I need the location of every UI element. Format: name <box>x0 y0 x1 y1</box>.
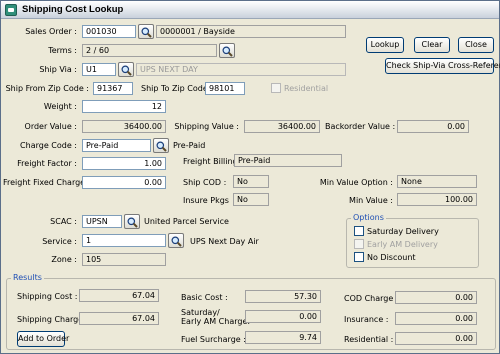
ship-via-label: Ship Via : <box>39 65 77 74</box>
early-am-delivery-checkbox[interactable] <box>354 239 364 249</box>
charge-code-lookup-button[interactable] <box>153 138 169 153</box>
min-value-display: 100.00 <box>397 193 477 206</box>
charge-code-input[interactable]: Pre-Paid <box>82 139 151 152</box>
check-ship-via-cross-reference-button[interactable]: Check Ship-Via Cross-Reference <box>385 58 500 74</box>
charge-code-label: Charge Code : <box>20 141 77 150</box>
sales-order-label: Sales Order : <box>25 27 77 36</box>
clear-button[interactable]: Clear <box>414 37 450 53</box>
sales-order-input[interactable]: 001030 <box>82 25 136 38</box>
order-value-display: 36400.00 <box>82 120 166 133</box>
ship-from-zip-label: Ship From Zip Code : <box>5 84 89 93</box>
freight-factor-input[interactable]: 1.00 <box>82 157 166 170</box>
basic-cost-display: 57.30 <box>245 290 321 303</box>
ship-via-lookup-button[interactable] <box>118 62 134 77</box>
shipping-value-label: Shipping Value : <box>174 122 239 131</box>
min-value-option-label: Min Value Option : <box>319 178 393 187</box>
terms-lookup-button[interactable] <box>219 43 235 58</box>
freight-billing-display: Pre-Paid <box>234 154 342 167</box>
cod-charge-display: 0.00 <box>395 291 477 304</box>
no-discount-label: No Discount <box>367 253 416 262</box>
min-value-option-display: None <box>397 175 477 188</box>
residential-label: Residential <box>284 84 329 93</box>
service-lookup-button[interactable] <box>168 233 184 248</box>
shipping-cost-lookup-window: Shipping Cost Lookup Sales Order : 00103… <box>0 0 500 354</box>
fuel-surcharge-label: Fuel Surcharge : <box>181 335 246 344</box>
insure-pkgs-display: No <box>233 193 269 206</box>
insurance-label: Insurance : <box>344 315 389 324</box>
zone-display: 105 <box>82 253 166 266</box>
weight-label: Weight : <box>43 102 77 111</box>
shipping-charge-display: 67.04 <box>79 312 159 325</box>
freight-factor-label: Freight Factor : <box>17 159 77 168</box>
charge-code-description: Pre-Paid <box>173 141 206 150</box>
magnifier-icon <box>127 217 138 228</box>
lookup-button[interactable]: Lookup <box>366 37 404 53</box>
service-description: UPS Next Day Air <box>190 237 259 246</box>
fuel-surcharge-display: 9.74 <box>245 331 321 344</box>
magnifier-icon <box>156 141 167 152</box>
ship-cod-label: Ship COD : <box>183 178 227 187</box>
add-to-order-button[interactable]: Add to Order <box>17 331 69 347</box>
weight-input[interactable]: 12 <box>82 100 166 113</box>
title-bar[interactable]: Shipping Cost Lookup <box>1 1 499 19</box>
app-icon <box>5 4 17 16</box>
saturday-early-am-charge-display: 0.00 <box>245 310 321 323</box>
shipping-value-display: 36400.00 <box>244 120 320 133</box>
shipping-charge-label: Shipping Charge : <box>17 315 89 324</box>
freight-fixed-charge-input[interactable]: 0.00 <box>82 176 166 189</box>
saturday-delivery-checkbox[interactable] <box>354 226 364 236</box>
magnifier-icon <box>121 65 132 76</box>
terms-display: 2 / 60 <box>82 44 217 57</box>
scac-description: United Parcel Service <box>144 217 229 226</box>
shipping-cost-label: Shipping Cost : <box>17 292 78 301</box>
order-value-label: Order Value : <box>24 122 77 131</box>
magnifier-icon <box>222 46 233 57</box>
insurance-display: 0.00 <box>395 312 477 325</box>
ship-from-zip-input[interactable]: 91367 <box>93 82 133 95</box>
freight-fixed-charge-label: Freight Fixed Charge : <box>3 178 91 187</box>
scac-label: SCAC : <box>50 217 77 226</box>
ship-to-zip-label: Ship To Zip Code : <box>141 84 213 93</box>
saturday-delivery-label: Saturday Delivery <box>367 227 439 236</box>
customer-display: 0000001 / Bayside <box>156 25 346 38</box>
early-am-delivery-label: Early AM Delivery <box>367 240 438 249</box>
results-group-title: Results <box>11 273 44 283</box>
residential-charge-display: 0.00 <box>395 332 477 345</box>
basic-cost-label: Basic Cost : <box>181 293 228 302</box>
ship-via-description: UPS NEXT DAY <box>136 63 346 76</box>
magnifier-icon <box>171 236 182 247</box>
options-group-title: Options <box>351 213 386 223</box>
insure-pkgs-label: Insure Pkgs <box>183 196 229 205</box>
backorder-value-label: Backorder Value : <box>325 122 396 131</box>
no-discount-checkbox[interactable] <box>354 252 364 262</box>
magnifier-icon <box>141 27 152 38</box>
ship-cod-display: No <box>233 175 269 188</box>
shipping-cost-display: 67.04 <box>79 289 159 302</box>
cod-charge-label: COD Charge : <box>344 294 399 303</box>
scac-lookup-button[interactable] <box>124 214 140 229</box>
residential-checkbox[interactable] <box>271 83 281 93</box>
scac-input[interactable]: UPSN <box>82 215 122 228</box>
early-am-charge-label-line2: Early AM Charge: <box>181 317 251 326</box>
min-value-label: Min Value : <box>349 196 393 205</box>
service-label: Service : <box>42 237 77 246</box>
ship-via-input[interactable]: U1 <box>82 63 116 76</box>
window-title: Shipping Cost Lookup <box>22 4 124 15</box>
service-input[interactable]: 1 <box>82 234 166 247</box>
residential-charge-label: Residential : <box>344 335 394 344</box>
zone-label: Zone : <box>51 255 77 264</box>
sales-order-lookup-button[interactable] <box>138 24 154 39</box>
ship-to-zip-input[interactable]: 98101 <box>205 82 245 95</box>
terms-label: Terms : <box>48 46 77 55</box>
close-button[interactable]: Close <box>458 37 494 53</box>
backorder-value-display: 0.00 <box>397 120 469 133</box>
